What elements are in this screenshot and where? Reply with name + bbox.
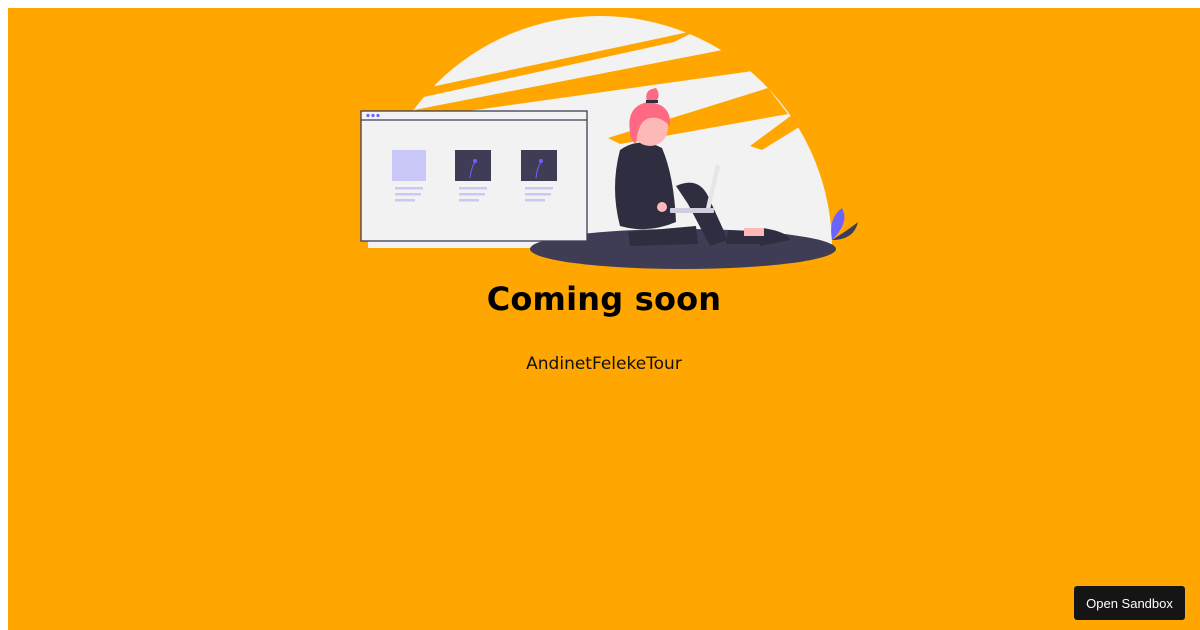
card-line	[525, 199, 545, 202]
person-ankle	[744, 228, 764, 236]
browser-dot	[371, 113, 375, 118]
browser-dot	[376, 113, 380, 118]
card-line	[459, 187, 487, 190]
person-hand	[657, 202, 667, 212]
card-sprout-bud	[473, 159, 477, 163]
card-line	[525, 193, 551, 196]
card-line	[525, 187, 553, 190]
page-title: Coming soon	[486, 280, 722, 318]
browser-dot	[366, 113, 370, 118]
card-line	[395, 187, 423, 190]
card-image	[392, 150, 426, 181]
person-hair-tie	[646, 100, 658, 103]
card-line	[395, 193, 421, 196]
laptop-base	[670, 208, 714, 213]
card-line	[459, 199, 479, 202]
open-sandbox-button[interactable]: Open Sandbox	[1074, 586, 1185, 620]
card-sprout-bud	[539, 159, 543, 163]
card-line	[459, 193, 485, 196]
site-name: AndinetFelekeTour	[526, 354, 682, 374]
coming-soon-page: Coming soon AndinetFelekeTour Open Sandb…	[8, 8, 1200, 630]
card-line	[395, 199, 415, 202]
person-with-laptop-illustration	[360, 16, 858, 269]
